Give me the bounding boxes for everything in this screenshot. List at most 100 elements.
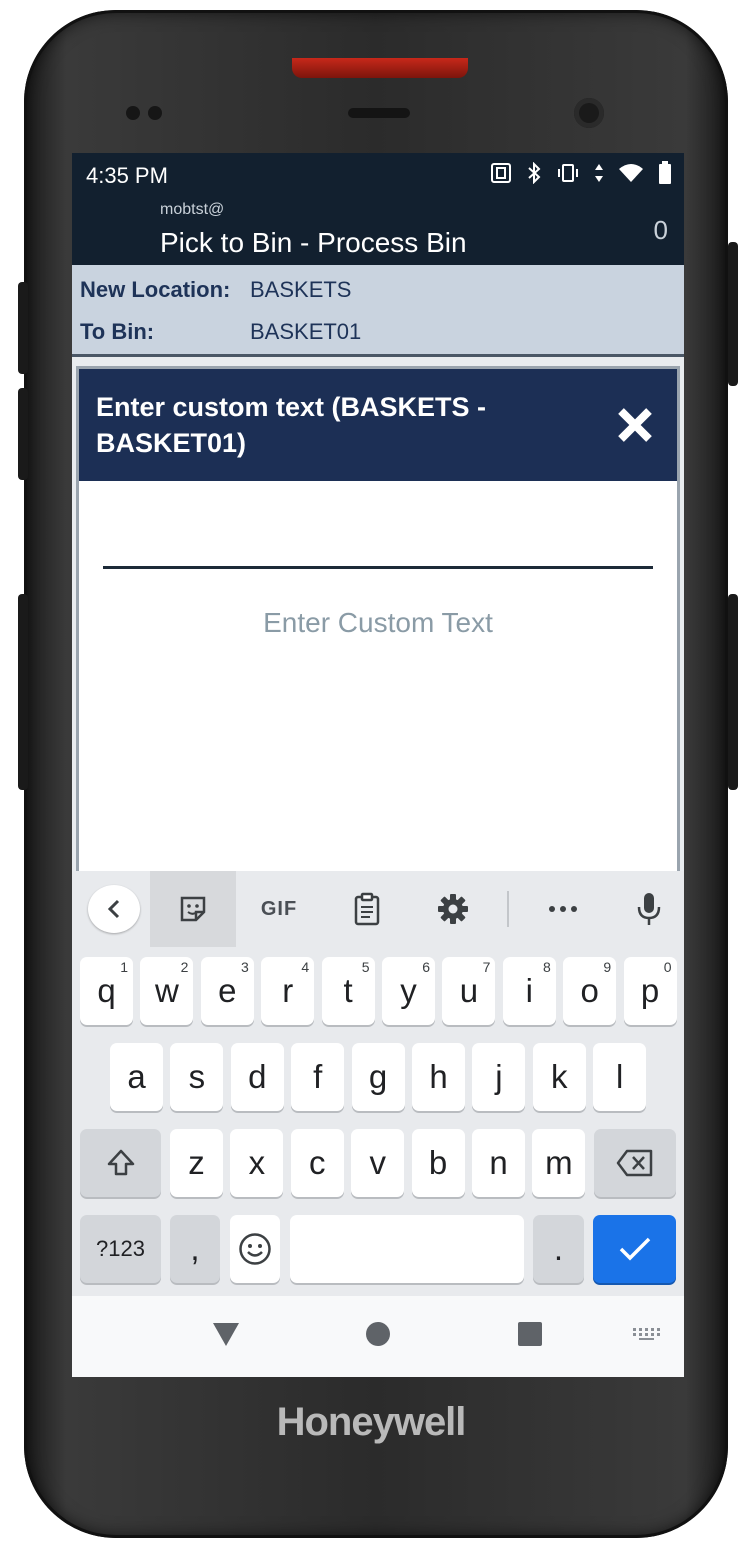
key-y-hint: 6 [422,959,430,975]
shift-key[interactable] [80,1129,161,1197]
key-h-label: h [429,1058,448,1095]
comma-key[interactable]: , [170,1215,220,1283]
key-a[interactable]: a [110,1043,163,1111]
key-v[interactable]: v [351,1129,405,1197]
key-o-hint: 9 [603,959,612,975]
key-c[interactable]: c [290,1129,344,1197]
info-panel: New Location: BASKETS To Bin: BASKET01 [72,265,684,357]
space-key[interactable] [290,1215,524,1283]
to-bin-label: To Bin: [80,319,155,344]
key-r-hint: 4 [301,959,310,975]
recents-square-icon [518,1322,542,1346]
key-g[interactable]: g [351,1043,405,1111]
key-c-label: c [309,1144,326,1181]
gif-label: GIF [260,897,298,920]
key-w-label: w [154,972,179,1009]
key-o-label: o [580,972,599,1009]
custom-text-input[interactable] [103,529,653,569]
key-u[interactable]: u7 [442,957,496,1025]
backspace-key[interactable] [594,1129,676,1197]
brand-logo: Honeywell [276,1400,467,1444]
emoji-key[interactable] [230,1215,280,1283]
close-button[interactable] [615,405,655,445]
key-e-label: e [218,972,237,1009]
key-k-label: k [551,1058,568,1095]
key-j-label: j [495,1058,503,1095]
key-z[interactable]: z [170,1129,223,1197]
comma-key-label: , [190,1230,200,1267]
period-key[interactable]: . [533,1215,584,1283]
backspace-icon [616,1149,653,1177]
key-t-label: t [343,972,353,1009]
key-d[interactable]: d [230,1043,284,1111]
keyboard-switch-button[interactable] [628,1316,664,1352]
key-p-hint: 0 [663,959,672,975]
key-f-label: f [313,1058,323,1095]
sensor [148,106,162,120]
key-x[interactable]: x [230,1129,284,1197]
key-m[interactable]: m [532,1129,586,1197]
key-k[interactable]: k [532,1043,586,1111]
key-b-label: b [428,1144,448,1181]
soft-keyboard: GIF q 1 w 2 e 3 r 4 t 5 y 6 u 7 i 8 o 9 … [72,871,684,1296]
key-o[interactable]: o9 [563,957,617,1025]
back-triangle-icon [213,1323,239,1346]
key-n[interactable]: n [472,1129,525,1197]
home-circle-icon [366,1322,390,1346]
key-s[interactable]: s [170,1043,224,1111]
bluetooth-icon [528,162,541,184]
dialog-title: Enter custom text (BASKETS - BASKET01) [96,392,487,458]
keyboard-icon [633,1328,660,1340]
key-g-label: g [368,1058,388,1095]
key-v-label: v [369,1144,386,1181]
more-button[interactable] [534,871,592,947]
left-side-button-bottom [18,594,28,790]
nav-recents-button[interactable] [512,1316,548,1352]
shift-icon [107,1149,134,1176]
done-key[interactable] [593,1215,676,1283]
close-icon [618,408,652,442]
key-n-label: n [489,1144,508,1181]
key-i[interactable]: i8 [502,957,556,1025]
key-h[interactable]: h [412,1043,465,1111]
vibrate-icon [558,164,578,182]
right-side-button-top [728,242,738,386]
key-x-label: x [248,1144,266,1181]
key-b[interactable]: b [411,1129,465,1197]
nav-back-button[interactable] [208,1316,244,1352]
gif-button[interactable]: GIF [250,871,308,947]
to-bin-value: BASKET01 [250,319,362,344]
key-l-label: l [616,1058,624,1095]
right-side-button-bottom [728,594,738,790]
left-side-button-middle [18,388,28,480]
toolbar-back-button[interactable] [88,885,140,933]
key-e-hint: 3 [241,959,249,975]
period-key-label: . [553,1230,564,1267]
settings-button[interactable] [424,871,482,947]
mic-button[interactable] [620,871,678,947]
key-e[interactable]: e3 [200,957,254,1025]
symbols-key[interactable]: ?123 [80,1215,161,1283]
data-arrows-icon [595,164,603,182]
key-f[interactable]: f [291,1043,345,1111]
key-w[interactable]: w2 [140,957,194,1025]
keyboard-toolbar: GIF [72,871,684,947]
sensor [126,106,140,120]
key-j[interactable]: j [472,1043,526,1111]
earpiece [348,108,410,118]
status-time: 4:35 PM [86,163,168,188]
key-p-label: p [640,972,660,1009]
key-r[interactable]: r4 [261,957,315,1025]
nav-home-button[interactable] [360,1316,396,1352]
key-q[interactable]: q1 [80,957,133,1025]
custom-text-dialog: Enter custom text (BASKETS - BASKET01) E… [76,366,680,886]
key-s-label: s [188,1058,206,1095]
clipboard-button[interactable] [338,871,396,947]
key-t[interactable]: t5 [321,957,375,1025]
sticker-button[interactable] [150,871,236,947]
key-l[interactable]: l [593,1043,647,1111]
key-r-label: r [282,972,294,1009]
key-w-hint: 2 [180,959,189,975]
key-p[interactable]: p0 [623,957,677,1025]
key-y[interactable]: y6 [382,957,435,1025]
